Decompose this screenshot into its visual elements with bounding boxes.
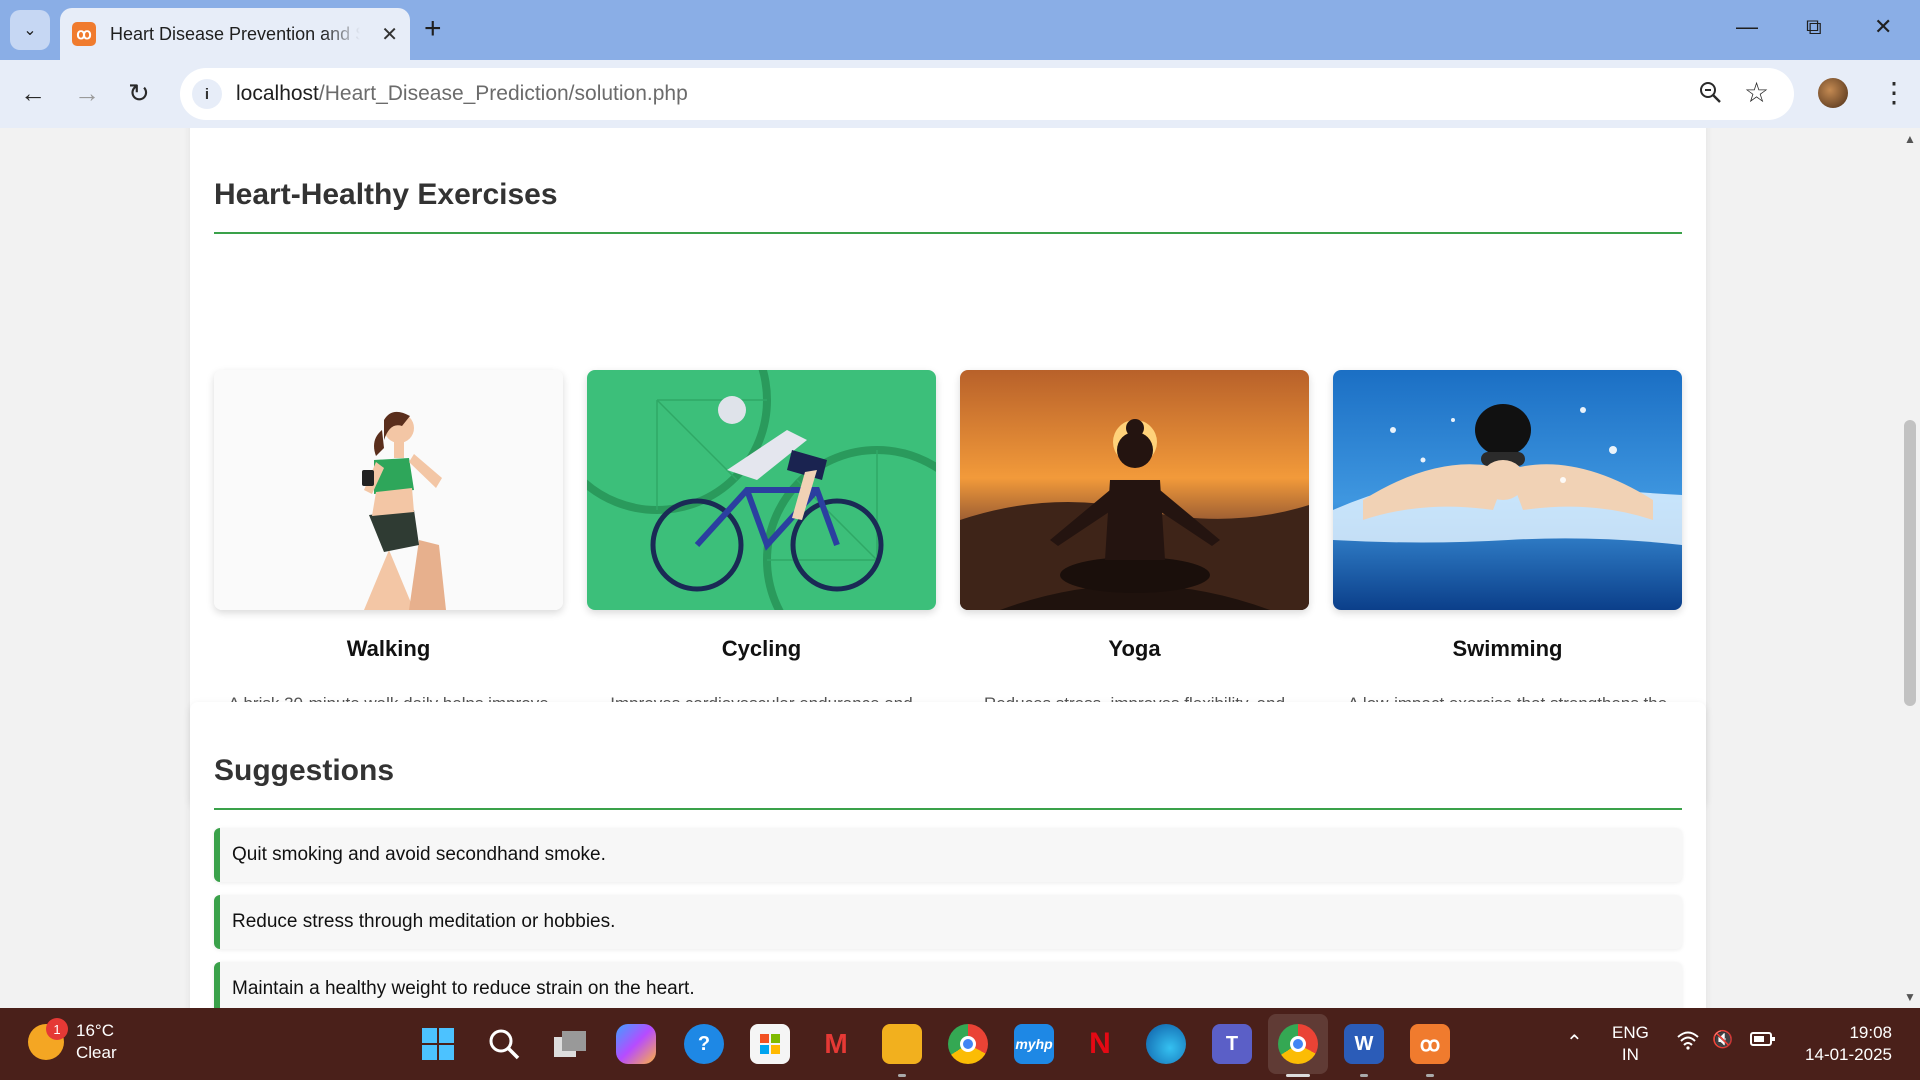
language-indicator[interactable]: ENG IN <box>1612 1022 1649 1066</box>
back-icon[interactable]: ← <box>20 78 46 108</box>
file-explorer-icon[interactable] <box>882 1024 922 1064</box>
weather-condition: Clear <box>76 1043 117 1062</box>
edge-icon[interactable] <box>1146 1024 1186 1064</box>
browser-toolbar: ← → ↻ i localhost/Heart_Disease_Predicti… <box>0 60 1920 128</box>
teams-icon[interactable]: T <box>1212 1024 1252 1064</box>
suggestion-item: Quit smoking and avoid secondhand smoke. <box>214 828 1682 882</box>
close-window-icon[interactable]: ✕ <box>1874 14 1892 40</box>
system-clock[interactable]: 19:08 14-01-2025 <box>1796 1022 1892 1066</box>
mcafee-icon[interactable]: M <box>816 1024 856 1064</box>
page-scrollbar[interactable]: ▲ ▼ <box>1900 128 1920 1008</box>
reload-icon[interactable]: ↻ <box>128 78 150 108</box>
profile-avatar[interactable] <box>1818 78 1848 108</box>
scroll-thumb[interactable] <box>1904 420 1916 706</box>
chevron-down-icon: ⌄ <box>23 22 37 39</box>
start-icon[interactable] <box>418 1024 458 1064</box>
zoom-icon[interactable] <box>1698 80 1722 111</box>
exercise-card-swimming: Swimming A low-impact exercise that stre… <box>1333 370 1682 744</box>
suggestions-section: Suggestions Quit smoking and avoid secon… <box>190 702 1706 1008</box>
clock-time: 19:08 <box>1849 1023 1892 1042</box>
site-info-icon[interactable]: i <box>192 79 222 109</box>
exercise-name: Cycling <box>721 636 802 661</box>
word-icon[interactable]: W <box>1344 1024 1384 1064</box>
temperature: 16°C <box>76 1021 114 1040</box>
chrome-active-icon[interactable] <box>1278 1024 1318 1064</box>
url-text[interactable]: localhost/Heart_Disease_Prediction/solut… <box>236 82 688 106</box>
store-icon[interactable] <box>750 1024 790 1064</box>
running-indicator <box>898 1074 906 1077</box>
forward-icon[interactable]: → <box>74 78 100 108</box>
netflix-icon[interactable]: N <box>1080 1024 1120 1064</box>
battery-icon[interactable] <box>1750 1030 1776 1053</box>
address-bar[interactable]: i localhost/Heart_Disease_Prediction/sol… <box>180 68 1794 120</box>
clock-date: 14-01-2025 <box>1805 1045 1892 1064</box>
bookmark-star-icon[interactable]: ☆ <box>1744 76 1769 109</box>
suggestion-item: Maintain a healthy weight to reduce stra… <box>214 962 1682 1008</box>
scroll-down-icon[interactable]: ▼ <box>1904 990 1916 1004</box>
tab-title: Heart Disease Prevention and Solutions <box>110 23 360 44</box>
walking-image <box>214 370 563 610</box>
running-indicator <box>1360 1074 1368 1077</box>
myhp-icon[interactable]: myhp <box>1014 1024 1054 1064</box>
minimize-icon[interactable]: — <box>1736 14 1758 40</box>
exercise-name: Walking <box>346 636 431 661</box>
show-hidden-icons-icon[interactable]: ⌃ <box>1566 1030 1583 1055</box>
active-indicator <box>1286 1074 1310 1077</box>
suggestions-title: Suggestions <box>214 754 395 787</box>
windows-taskbar: 1 16°C Clear ? M myhp N T W ꝏ ⌃ ENG IN 🔇… <box>0 1008 1920 1080</box>
cycling-image <box>587 370 936 610</box>
wifi-icon[interactable] <box>1676 1030 1700 1055</box>
page-viewport: Heart-Healthy Exercises Walking Cycling … <box>0 128 1900 1008</box>
close-tab-icon[interactable]: ✕ <box>381 22 398 47</box>
volume-muted-icon[interactable]: 🔇 <box>1712 1030 1733 1050</box>
scroll-up-icon[interactable]: ▲ <box>1904 132 1916 146</box>
xampp-icon[interactable]: ꝏ <box>1410 1024 1450 1064</box>
more-options-icon[interactable]: ⋮ <box>1880 76 1908 109</box>
swimming-image <box>1333 370 1682 610</box>
active-tab[interactable]: ꝏ Heart Disease Prevention and Solutions… <box>60 8 410 60</box>
search-icon[interactable] <box>484 1024 524 1064</box>
new-tab-icon[interactable]: + <box>424 14 442 44</box>
exercise-card-walking: Walking A brisk 30-minute walk daily hel… <box>214 370 563 744</box>
tab-search-button[interactable]: ⌄ <box>10 10 50 50</box>
weather-widget[interactable]: 1 16°C Clear <box>28 1018 117 1064</box>
exercises-title: Heart-Healthy Exercises <box>214 178 558 211</box>
exercise-name: Swimming <box>1452 636 1563 661</box>
copilot-icon[interactable] <box>616 1024 656 1064</box>
exercise-card-yoga: Yoga Reduces stress, improves flexibilit… <box>960 370 1309 744</box>
section-divider <box>214 232 1682 234</box>
exercise-card-cycling: Cycling Improves cardiovascular enduranc… <box>587 370 936 744</box>
notification-badge: 1 <box>46 1018 68 1040</box>
suggestion-item: Reduce stress through meditation or hobb… <box>214 895 1682 949</box>
help-icon[interactable]: ? <box>684 1024 724 1064</box>
restore-icon[interactable]: ⧉ <box>1806 14 1822 40</box>
running-indicator <box>1426 1074 1434 1077</box>
moon-icon: 1 <box>28 1018 68 1060</box>
xampp-favicon-icon: ꝏ <box>72 22 96 46</box>
chrome-icon[interactable] <box>948 1024 988 1064</box>
exercise-name: Yoga <box>1108 636 1161 661</box>
task-view-icon[interactable] <box>550 1024 590 1064</box>
tab-bar: ⌄ ꝏ Heart Disease Prevention and Solutio… <box>0 0 1920 60</box>
yoga-image <box>960 370 1309 610</box>
section-divider <box>214 808 1682 810</box>
